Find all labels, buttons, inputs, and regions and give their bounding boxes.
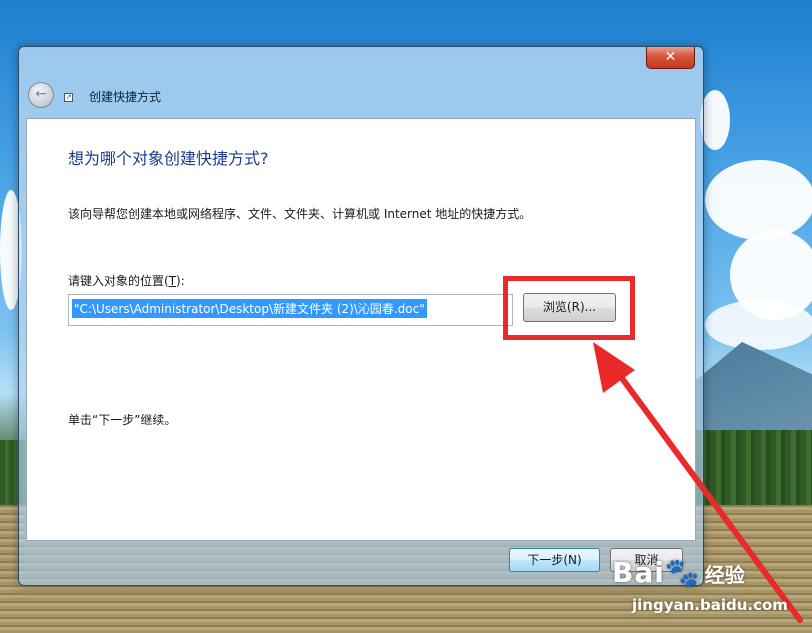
wizard-description: 该向导帮您创建本地或网络程序、文件、文件夹、计算机或 Internet 地址的快… <box>68 207 532 221</box>
back-arrow-icon: ← <box>35 86 47 102</box>
watermark-url: jingyan.baidu.com <box>632 596 788 614</box>
location-input[interactable]: "C:\Users\Administrator\Desktop\新建文件夹 (2… <box>68 294 513 326</box>
baidu-watermark: Bai🐾 经验 jingyan.baidu.com <box>612 556 802 624</box>
continue-hint: 单击“下一步”继续。 <box>68 413 177 427</box>
watermark-brand: Bai <box>612 556 665 589</box>
back-button[interactable]: ← <box>28 82 54 108</box>
shortcut-icon: ↗ <box>64 93 73 102</box>
paw-icon: 🐾 <box>664 556 701 589</box>
location-input-value: "C:\Users\Administrator\Desktop\新建文件夹 (2… <box>72 299 427 318</box>
watermark-brand-suffix: 经验 <box>704 563 745 587</box>
location-label: 请键入对象的位置(T): <box>68 274 185 288</box>
close-button[interactable]: ✕ <box>646 47 695 69</box>
window-title: 创建快捷方式 <box>89 90 162 104</box>
next-button[interactable]: 下一步(N) <box>509 548 600 572</box>
wizard-heading: 想为哪个对象创建快捷方式? <box>68 149 269 168</box>
close-icon: ✕ <box>664 49 677 65</box>
annotation-highlight-box <box>503 276 635 340</box>
